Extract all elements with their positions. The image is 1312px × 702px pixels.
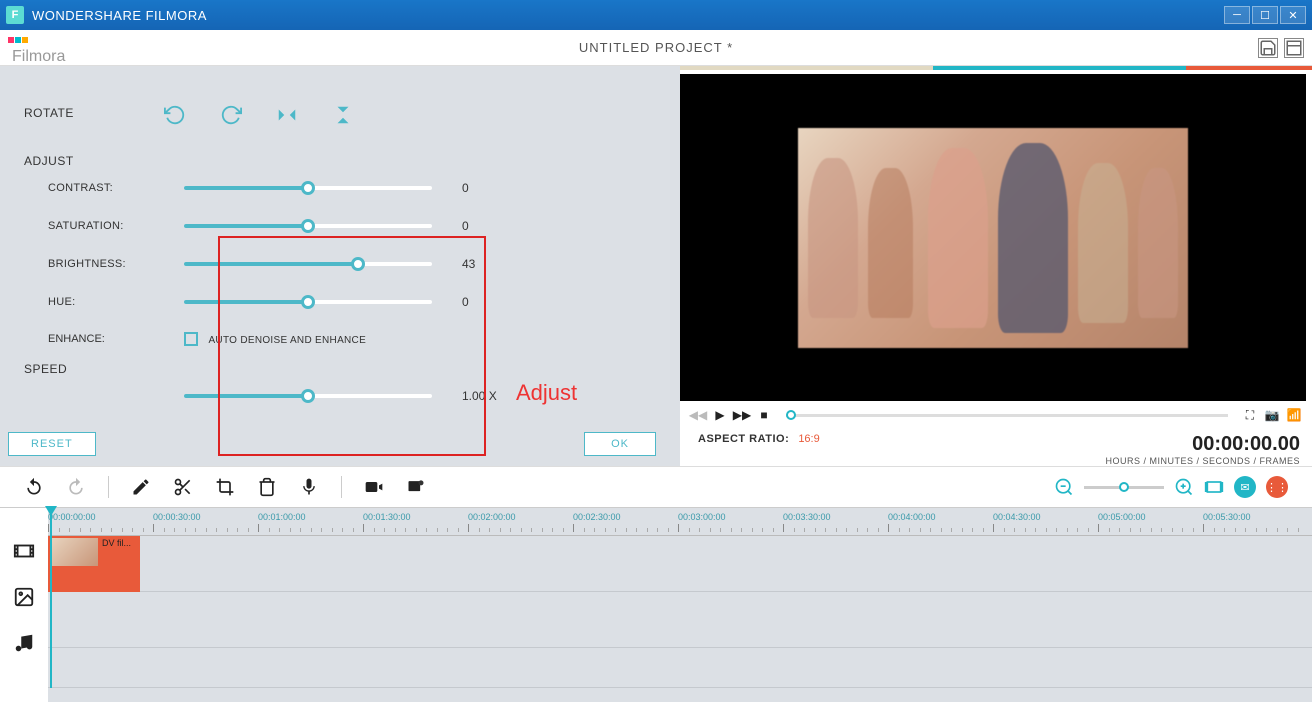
ruler-mark: 00:02:30:00 xyxy=(573,512,621,522)
brightness-label: BRIGHTNESS: xyxy=(24,258,184,270)
enhance-text: AUTO DENOISE AND ENHANCE xyxy=(208,335,366,346)
forward-icon[interactable]: ▶▶ xyxy=(734,407,750,423)
clip-thumbnail xyxy=(50,538,98,566)
video-track[interactable]: DV fil... xyxy=(48,536,1312,592)
timecode-sub: HOURS / MINUTES / SECONDS / FRAMES xyxy=(1105,456,1300,466)
maximize-button[interactable]: ☐ xyxy=(1252,6,1278,24)
zoom-slider[interactable] xyxy=(1084,486,1164,489)
delete-icon[interactable] xyxy=(257,477,277,497)
play-icon[interactable]: ▶ xyxy=(712,407,728,423)
image-track-icon[interactable] xyxy=(13,586,35,608)
rewind-icon[interactable]: ◀◀ xyxy=(690,407,706,423)
brightness-slider[interactable] xyxy=(184,262,432,266)
snapshot-icon[interactable]: 📷 xyxy=(1264,407,1280,423)
video-track-icon[interactable] xyxy=(13,540,35,562)
ruler-mark: 00:04:00:00 xyxy=(888,512,936,522)
image-track[interactable] xyxy=(48,592,1312,648)
project-title: UNTITLED PROJECT * xyxy=(579,40,733,55)
undo-icon[interactable] xyxy=(24,477,44,497)
record-icon[interactable] xyxy=(364,477,384,497)
annotation-text: Adjust xyxy=(516,380,577,406)
ruler-mark: 00:01:00:00 xyxy=(258,512,306,522)
ruler-mark: 00:01:30:00 xyxy=(363,512,411,522)
stop-icon[interactable]: ■ xyxy=(756,407,772,423)
window-titlebar: F WONDERSHARE FILMORA ─ ☐ ✕ xyxy=(0,0,1312,30)
share-button[interactable]: ✉ xyxy=(1234,476,1256,498)
ruler-mark: 00:03:30:00 xyxy=(783,512,831,522)
ruler-mark: 00:04:30:00 xyxy=(993,512,1041,522)
audio-track[interactable] xyxy=(48,648,1312,688)
reset-button[interactable]: RESET xyxy=(8,432,96,456)
ruler-mark: 00:05:00:00 xyxy=(1098,512,1146,522)
adjust-section-label: ADJUST xyxy=(24,154,656,168)
hue-label: HUE: xyxy=(24,296,184,308)
rotate-label: ROTATE xyxy=(24,106,164,120)
timeline: 00:00:00:00 00:00:30:00 00:01:00:00 00:01:3… xyxy=(0,508,1312,702)
ruler-mark: 00:05:30:00 xyxy=(1203,512,1251,522)
adjust-panel: ROTATE ADJUST CONTRAST: 0 SATURATION: 0 … xyxy=(0,66,680,466)
ruler-mark: 00:03:00:00 xyxy=(678,512,726,522)
minimize-button[interactable]: ─ xyxy=(1224,6,1250,24)
speed-slider[interactable] xyxy=(184,394,432,398)
brightness-value: 43 xyxy=(462,257,475,271)
layout-icon[interactable] xyxy=(1284,38,1304,58)
edit-icon[interactable] xyxy=(131,477,151,497)
logo: Filmora xyxy=(8,30,65,66)
playhead[interactable] xyxy=(50,508,52,688)
saturation-label: SATURATION: xyxy=(24,220,184,232)
ruler-mark: 00:00:30:00 xyxy=(153,512,201,522)
hue-slider[interactable] xyxy=(184,300,432,304)
ruler-mark: 00:02:00:00 xyxy=(468,512,516,522)
app-title: WONDERSHARE FILMORA xyxy=(32,8,1224,23)
enhance-checkbox[interactable] xyxy=(184,332,198,346)
close-button[interactable]: ✕ xyxy=(1280,6,1306,24)
flip-vertical-icon[interactable] xyxy=(332,104,354,126)
speed-label: SPEED xyxy=(24,362,656,376)
ok-button[interactable]: OK xyxy=(584,432,656,456)
video-clip[interactable]: DV fil... xyxy=(48,536,140,592)
saturation-value: 0 xyxy=(462,219,469,233)
preview-panel: ◀◀ ▶ ▶▶ ■ ⛶ 📷 📶 ASPECT RATIO: 16:9 00:00… xyxy=(680,66,1312,466)
flip-horizontal-icon[interactable] xyxy=(276,104,298,126)
fit-icon[interactable] xyxy=(1204,477,1224,497)
contrast-slider[interactable] xyxy=(184,186,432,190)
enhance-label: ENHANCE: xyxy=(24,333,184,345)
speed-value: 1.00 X xyxy=(462,389,497,403)
timeline-ruler[interactable]: 00:00:00:00 00:00:30:00 00:01:00:00 00:01:3… xyxy=(48,508,1312,536)
contrast-label: CONTRAST: xyxy=(24,182,184,194)
preview-progress[interactable] xyxy=(786,414,1228,417)
ruler-mark: 00:00:00:00 xyxy=(48,512,96,522)
redo-icon[interactable] xyxy=(66,477,86,497)
rotate-ccw-icon[interactable] xyxy=(164,104,186,126)
app-header: Filmora UNTITLED PROJECT * xyxy=(0,30,1312,66)
audio-track-icon[interactable] xyxy=(13,632,35,654)
volume-icon[interactable]: 📶 xyxy=(1286,407,1302,423)
rotate-cw-icon[interactable] xyxy=(220,104,242,126)
hue-value: 0 xyxy=(462,295,469,309)
split-icon[interactable] xyxy=(173,477,193,497)
clip-label: DV fil... xyxy=(100,536,133,592)
crop-icon[interactable] xyxy=(215,477,235,497)
export-icon[interactable] xyxy=(406,477,426,497)
voiceover-icon[interactable] xyxy=(299,477,319,497)
zoom-in-icon[interactable] xyxy=(1174,477,1194,497)
timeline-toolbar: ✉ ⋮⋮ xyxy=(0,466,1312,508)
timecode: 00:00:00.00 xyxy=(1105,433,1300,456)
save-icon[interactable] xyxy=(1258,38,1278,58)
zoom-out-icon[interactable] xyxy=(1054,477,1074,497)
settings-button[interactable]: ⋮⋮ xyxy=(1266,476,1288,498)
app-icon: F xyxy=(6,6,24,24)
aspect-label: ASPECT RATIO: xyxy=(698,433,789,445)
video-preview xyxy=(680,74,1306,401)
saturation-slider[interactable] xyxy=(184,224,432,228)
fullscreen-icon[interactable]: ⛶ xyxy=(1242,407,1258,423)
contrast-value: 0 xyxy=(462,181,469,195)
aspect-value: 16:9 xyxy=(798,433,819,445)
